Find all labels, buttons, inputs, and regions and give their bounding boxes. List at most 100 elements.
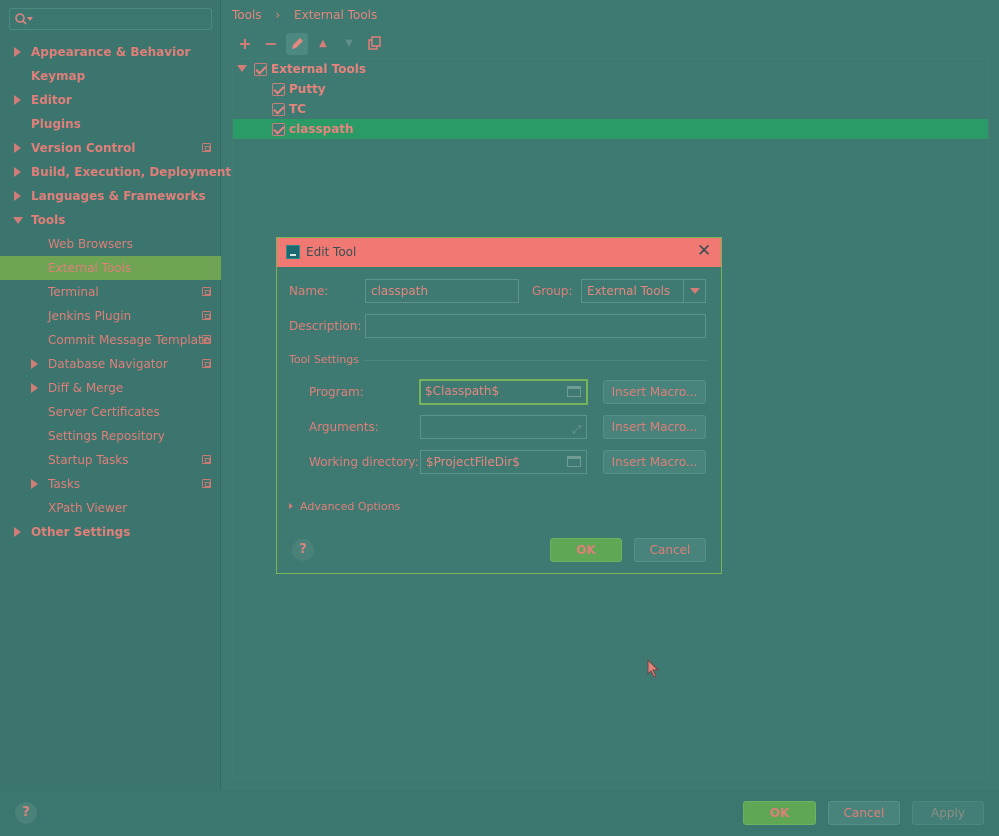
workdir-label: Working directory: bbox=[309, 455, 419, 469]
ok-button[interactable]: OK bbox=[743, 801, 816, 825]
settings-search-input[interactable] bbox=[9, 8, 212, 30]
add-tool-button[interactable]: + bbox=[234, 33, 256, 55]
edit-tool-button[interactable] bbox=[286, 33, 308, 55]
expand-icon[interactable]: ⤢ bbox=[572, 419, 581, 441]
sidebar-item-label: Appearance & Behavior bbox=[31, 45, 191, 59]
program-value: $Classpath$ bbox=[425, 384, 500, 398]
sidebar-item-editor[interactable]: Editor bbox=[0, 88, 221, 112]
folder-icon[interactable] bbox=[567, 456, 581, 467]
collapse-arrow-icon[interactable] bbox=[237, 65, 247, 72]
tool-settings-separator bbox=[363, 360, 707, 361]
expand-arrow-icon bbox=[289, 503, 293, 509]
tool-checkbox[interactable] bbox=[272, 83, 285, 96]
sidebar-item-settings-repository[interactable]: Settings Repository bbox=[0, 424, 221, 448]
breadcrumb-root[interactable]: Tools bbox=[232, 8, 262, 22]
sidebar-item-label: Editor bbox=[31, 93, 72, 107]
close-icon[interactable]: ✕ bbox=[697, 241, 711, 261]
expand-arrow-icon[interactable] bbox=[14, 167, 21, 177]
expand-arrow-icon[interactable] bbox=[14, 95, 21, 105]
tool-row[interactable]: Putty bbox=[233, 79, 988, 99]
sidebar-item-commit-template[interactable]: Commit Message Template bbox=[0, 328, 221, 352]
sidebar-item-label: XPath Viewer bbox=[48, 501, 128, 515]
sidebar-item-plugins[interactable]: Plugins bbox=[0, 112, 221, 136]
breadcrumb: Tools › External Tools bbox=[232, 8, 387, 22]
move-up-button[interactable]: ▲ bbox=[312, 33, 334, 55]
project-scope-icon bbox=[202, 311, 211, 320]
sidebar-item-appearance[interactable]: Appearance & Behavior bbox=[0, 40, 221, 64]
sidebar-item-jenkins[interactable]: Jenkins Plugin bbox=[0, 304, 221, 328]
tool-checkbox[interactable] bbox=[272, 103, 285, 116]
cancel-button[interactable]: Cancel bbox=[634, 538, 706, 562]
help-button[interactable]: ? bbox=[15, 802, 37, 824]
folder-icon[interactable] bbox=[567, 386, 581, 397]
sidebar-item-keymap[interactable]: Keymap bbox=[0, 64, 221, 88]
sidebar-item-database-navigator[interactable]: Database Navigator bbox=[0, 352, 221, 376]
insert-macro-button[interactable]: Insert Macro... bbox=[603, 450, 706, 474]
sidebar-item-external-tools[interactable]: External Tools bbox=[0, 256, 221, 280]
sidebar-item-label: Plugins bbox=[31, 117, 81, 131]
tool-row[interactable]: TC bbox=[233, 99, 988, 119]
move-down-button[interactable]: ▼ bbox=[338, 33, 360, 55]
sidebar-item-web-browsers[interactable]: Web Browsers bbox=[0, 232, 221, 256]
sidebar-item-build[interactable]: Build, Execution, Deployment bbox=[0, 160, 231, 184]
dialog-title-bar[interactable]: Edit Tool ✕ bbox=[277, 238, 721, 267]
sidebar-item-xpath-viewer[interactable]: XPath Viewer bbox=[0, 496, 221, 520]
arrow-down-icon: ▼ bbox=[345, 38, 353, 49]
sidebar-item-tasks[interactable]: Tasks bbox=[0, 472, 221, 496]
expand-arrow-icon[interactable] bbox=[31, 479, 38, 489]
sidebar-item-tools[interactable]: Tools bbox=[0, 208, 221, 232]
pencil-icon bbox=[292, 38, 303, 49]
description-field[interactable] bbox=[365, 314, 706, 338]
expand-arrow-icon[interactable] bbox=[31, 359, 38, 369]
apply-button[interactable]: Apply bbox=[912, 801, 984, 825]
sidebar-item-label: Web Browsers bbox=[48, 237, 133, 251]
remove-tool-button[interactable]: − bbox=[260, 33, 282, 55]
sidebar-item-startup-tasks[interactable]: Startup Tasks bbox=[0, 448, 221, 472]
program-field[interactable]: $Classpath$ bbox=[419, 379, 588, 405]
sidebar-item-terminal[interactable]: Terminal bbox=[0, 280, 221, 304]
insert-macro-button[interactable]: Insert Macro... bbox=[603, 415, 706, 439]
workdir-value: $ProjectFileDir$ bbox=[426, 455, 520, 469]
sidebar-item-version-control[interactable]: Version Control bbox=[0, 136, 221, 160]
insert-macro-button[interactable]: Insert Macro... bbox=[603, 380, 706, 404]
tool-checkbox[interactable] bbox=[272, 123, 285, 136]
tool-row-selected[interactable]: classpath bbox=[233, 119, 988, 139]
expand-arrow-icon[interactable] bbox=[14, 47, 21, 57]
advanced-options-label: Advanced Options bbox=[300, 500, 401, 513]
sidebar-item-label: Startup Tasks bbox=[48, 453, 129, 467]
sidebar-item-label: Other Settings bbox=[31, 525, 131, 539]
workdir-field[interactable]: $ProjectFileDir$ bbox=[420, 450, 587, 474]
tool-group-checkbox[interactable] bbox=[254, 63, 267, 76]
sidebar-item-label: Version Control bbox=[31, 141, 136, 155]
ok-button[interactable]: OK bbox=[550, 538, 622, 562]
copy-tool-button[interactable] bbox=[364, 33, 386, 55]
edit-tool-dialog: Edit Tool ✕ Name: classpath Group: Exter… bbox=[276, 237, 722, 574]
group-combo[interactable]: External Tools bbox=[581, 279, 706, 303]
help-button[interactable]: ? bbox=[292, 539, 314, 561]
collapse-arrow-icon[interactable] bbox=[13, 217, 23, 224]
sidebar-item-languages[interactable]: Languages & Frameworks bbox=[0, 184, 221, 208]
cancel-button[interactable]: Cancel bbox=[828, 801, 900, 825]
sidebar-item-diff-merge[interactable]: Diff & Merge bbox=[0, 376, 221, 400]
chevron-down-icon[interactable] bbox=[683, 280, 705, 302]
arguments-label: Arguments: bbox=[309, 420, 379, 434]
tool-label: TC bbox=[289, 102, 306, 116]
mouse-pointer-icon bbox=[647, 659, 660, 678]
group-combo-value: External Tools bbox=[587, 284, 671, 298]
project-scope-icon bbox=[202, 143, 211, 152]
sidebar-item-other-settings[interactable]: Other Settings bbox=[0, 520, 221, 544]
project-scope-icon bbox=[202, 287, 211, 296]
minus-icon: − bbox=[264, 34, 278, 53]
tool-group-row[interactable]: External Tools bbox=[233, 59, 988, 79]
expand-arrow-icon[interactable] bbox=[31, 383, 38, 393]
search-icon bbox=[15, 13, 33, 25]
sidebar-item-server-certificates[interactable]: Server Certificates bbox=[0, 400, 221, 424]
name-field[interactable]: classpath bbox=[365, 279, 519, 303]
expand-arrow-icon[interactable] bbox=[14, 191, 21, 201]
sidebar-item-label: Jenkins Plugin bbox=[48, 309, 132, 323]
sidebar-item-label: Settings Repository bbox=[48, 429, 165, 443]
expand-arrow-icon[interactable] bbox=[14, 527, 21, 537]
project-scope-icon bbox=[202, 335, 211, 344]
arguments-field[interactable]: ⤢ bbox=[420, 415, 587, 439]
expand-arrow-icon[interactable] bbox=[14, 143, 21, 153]
